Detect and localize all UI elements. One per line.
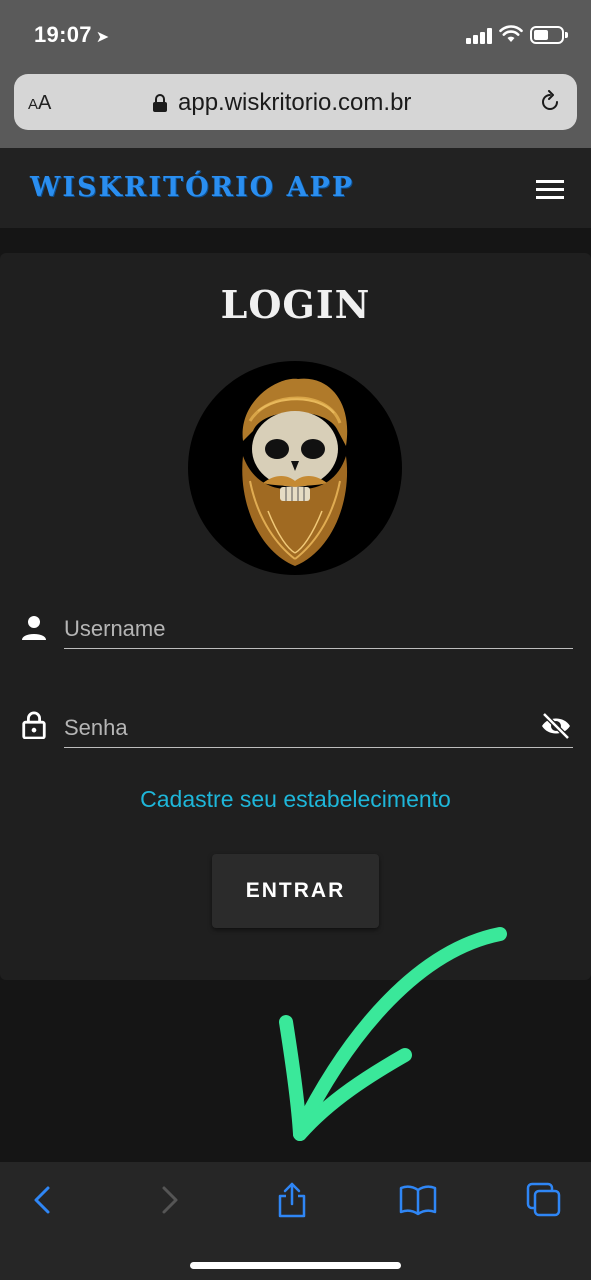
page-title: LOGIN	[220, 282, 371, 327]
enter-button[interactable]: ENTRAR	[212, 854, 379, 928]
reload-icon[interactable]	[538, 90, 562, 114]
location-icon: ➤	[95, 29, 110, 46]
bookmarks-icon[interactable]	[398, 1180, 438, 1220]
address-bar[interactable]: AA app.wiskritorio.com.br	[14, 74, 577, 130]
time-text: 19:07	[34, 22, 92, 47]
tabs-icon[interactable]	[524, 1180, 564, 1220]
cellular-signal-icon	[466, 28, 494, 44]
brand-logo[interactable]: WISKRITÓRIO APP	[30, 172, 354, 203]
wifi-icon	[499, 25, 523, 42]
url-text[interactable]: app.wiskritorio.com.br	[178, 89, 411, 117]
hamburger-menu-icon[interactable]	[536, 178, 566, 202]
text-size-icon[interactable]: AA	[28, 92, 51, 115]
user-icon	[22, 616, 46, 640]
avatar	[188, 361, 402, 575]
register-business-link[interactable]: Cadastre seu estabelecimento	[0, 786, 591, 813]
eye-off-icon[interactable]	[540, 712, 572, 740]
password-input[interactable]	[64, 708, 573, 748]
share-icon[interactable]	[272, 1180, 312, 1220]
status-time: 19:07 ➤	[34, 22, 110, 48]
lock-icon	[22, 711, 46, 739]
app-header: WISKRITÓRIO APP	[0, 148, 591, 228]
back-icon[interactable]	[24, 1180, 64, 1220]
status-bar: 19:07 ➤	[0, 0, 591, 70]
username-input[interactable]	[64, 609, 573, 649]
browser-top-chrome: 19:07 ➤ AA app.wiskritorio.com.br	[0, 0, 591, 148]
lock-icon	[153, 94, 167, 112]
bearded-skull-illustration	[242, 378, 348, 566]
battery-icon	[530, 26, 568, 44]
forward-icon[interactable]	[150, 1180, 190, 1220]
home-indicator	[190, 1262, 401, 1269]
